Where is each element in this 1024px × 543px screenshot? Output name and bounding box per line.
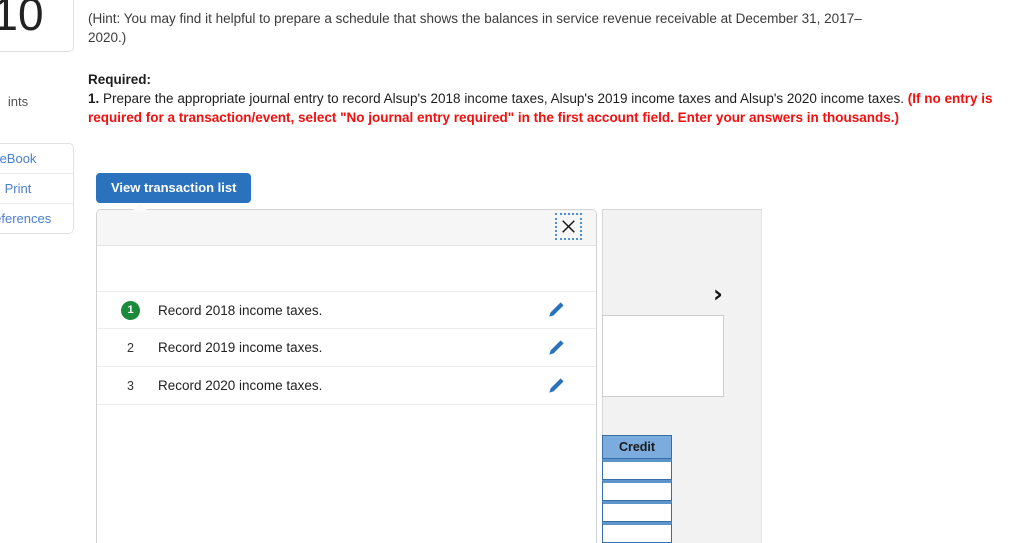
credit-input-cell[interactable] [602, 522, 672, 543]
tool-references[interactable]: References [0, 204, 73, 233]
chevron-right-icon[interactable]: › [713, 282, 723, 306]
panel-divider [761, 209, 762, 543]
hint-line-2: 2020.) [88, 30, 127, 45]
left-rail: 10 ints eBook Print References [0, 0, 74, 234]
credit-column-table: Credit [602, 435, 672, 543]
required-item-text: Prepare the appropriate journal entry to… [99, 91, 908, 106]
journal-entry-worksheet: › Credit [602, 209, 762, 543]
required-block: Required: 1. Prepare the appropriate jou… [88, 70, 1008, 127]
credit-input-cell[interactable] [602, 459, 672, 480]
tool-print[interactable]: Print [0, 174, 73, 204]
tool-ebook[interactable]: eBook [0, 144, 73, 174]
popup-pointer-arrow [131, 203, 149, 212]
required-item-number: 1. [88, 91, 100, 106]
credit-input-cell[interactable] [602, 501, 672, 522]
transaction-label: Record 2019 income taxes. [158, 340, 323, 355]
view-transaction-list-button[interactable]: View transaction list [96, 173, 252, 203]
close-x-icon[interactable] [555, 213, 582, 240]
tool-panel: eBook Print References [0, 143, 74, 234]
transaction-row-1[interactable]: 1 Record 2018 income taxes. [97, 291, 596, 329]
transaction-label: Record 2020 income taxes. [158, 378, 323, 393]
transaction-active-badge: 1 [121, 300, 140, 320]
hint-paragraph: (Hint: You may find it helpful to prepar… [88, 9, 1008, 47]
transaction-list: 1 Record 2018 income taxes. 2 Record 201… [97, 246, 596, 525]
worksheet-note-panel [602, 315, 724, 397]
required-item-1: 1. Prepare the appropriate journal entry… [88, 89, 1008, 127]
points-label: ints [7, 94, 29, 109]
transaction-number: 2 [127, 340, 134, 355]
popup-header [97, 210, 596, 246]
question-body: (Hint: You may find it helpful to prepar… [88, 9, 1008, 127]
credit-column-header: Credit [602, 435, 672, 459]
pencil-icon[interactable] [546, 338, 566, 358]
transaction-row-3[interactable]: 3 Record 2020 income taxes. [97, 367, 596, 405]
pencil-icon[interactable] [546, 300, 566, 320]
popup-empty-area [97, 405, 596, 525]
pencil-icon[interactable] [546, 376, 566, 396]
transaction-list-popup: 1 Record 2018 income taxes. 2 Record 201… [96, 209, 597, 543]
transaction-row-2[interactable]: 2 Record 2019 income taxes. [97, 329, 596, 367]
credit-input-cell[interactable] [602, 480, 672, 501]
question-number: 10 [0, 0, 74, 52]
hint-line-1: (Hint: You may find it helpful to prepar… [88, 11, 862, 26]
transaction-label: Record 2018 income taxes. [158, 302, 323, 318]
transaction-number: 3 [127, 378, 134, 393]
required-heading: Required: [88, 72, 152, 87]
